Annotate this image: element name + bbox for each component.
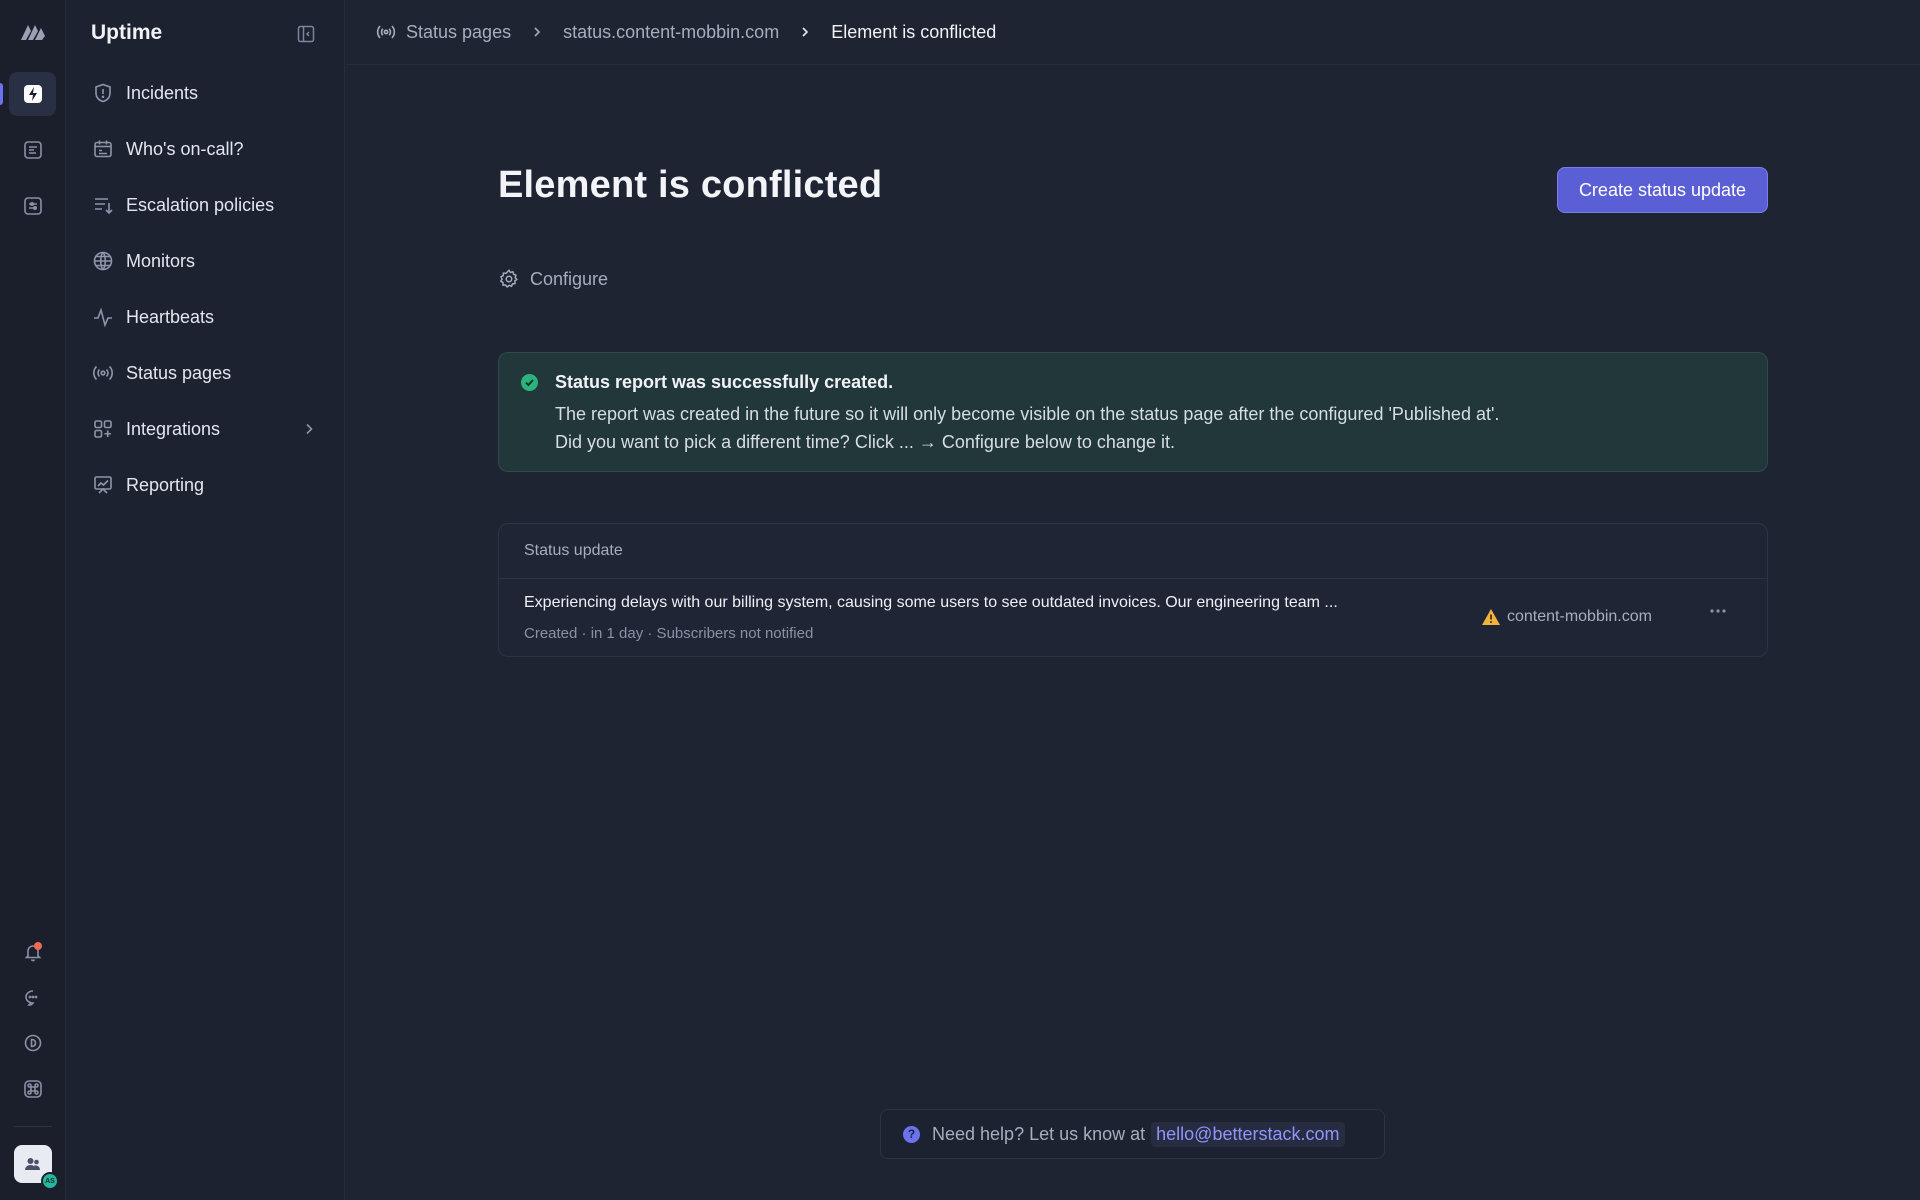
status-page-tag: content-mobbin.com [1481, 608, 1652, 626]
card-header: Status update [499, 524, 1767, 579]
pulse-icon [92, 306, 114, 328]
sidebar-item-label: Monitors [126, 250, 196, 271]
warning-triangle-icon [1481, 608, 1501, 626]
status-page-domain: content-mobbin.com [1507, 608, 1652, 625]
gear-icon [498, 268, 520, 290]
chart-board-icon [92, 474, 114, 496]
sidebar-item-heartbeats[interactable]: Heartbeats [80, 295, 330, 339]
sidebar-item-status-pages[interactable]: Status pages [80, 351, 330, 395]
configure-label: Configure [530, 268, 609, 289]
broadcast-icon [376, 22, 396, 42]
sidebar-item-label: Heartbeats [126, 306, 215, 327]
sidebar-item-label: Status pages [126, 362, 232, 383]
chevron-right-icon [302, 422, 316, 436]
alert-message-line-2: Did you want to pick a different time? C… [555, 432, 1175, 452]
sidebar-item-label: Reporting [126, 474, 205, 495]
sidebar-item-escalation-policies[interactable]: Escalation policies [80, 183, 330, 227]
sidebar-item-integrations[interactable]: Integrations [80, 407, 330, 451]
create-status-update-button[interactable]: Create status update [1557, 167, 1768, 213]
broadcast-icon [92, 362, 114, 384]
escalation-list-icon [92, 194, 114, 216]
notifications-bell-icon[interactable] [9, 930, 56, 974]
sidebar-item-incidents[interactable]: Incidents [80, 71, 330, 115]
status-update-meta: Created · in 1 day · Subscribers not not… [524, 625, 814, 642]
sidebar-item-label: Escalation policies [126, 194, 275, 215]
page-title: Element is conflicted [498, 164, 883, 206]
breadcrumb-current: Element is conflicted [831, 21, 997, 42]
dashboards-icon[interactable] [9, 184, 56, 228]
sidebar-item-label: Incidents [126, 82, 199, 103]
status-update-message: Experiencing delays with our billing sys… [524, 594, 1338, 611]
card-header-label: Status update [524, 542, 623, 559]
user-initials-badge: AS [41, 1172, 59, 1190]
notification-dot [34, 942, 42, 950]
breadcrumb: Status pages status.content-mobbin.com E… [346, 0, 1920, 65]
help-text: Need help? Let us know at [932, 1123, 1146, 1144]
configure-link[interactable]: Configure [498, 268, 608, 290]
logs-icon[interactable] [9, 128, 56, 172]
uptime-bolt-icon[interactable] [9, 72, 56, 116]
help-email-link[interactable]: hello@betterstack.com [1151, 1121, 1345, 1147]
question-circle-icon: ? [903, 1125, 920, 1143]
success-alert: Status report was successfully created. … [498, 352, 1768, 472]
calendar-icon [92, 138, 114, 160]
sidebar-item-on-call[interactable]: Who's on-call? [80, 127, 330, 171]
chat-icon[interactable] [9, 976, 56, 1020]
chevron-right-icon [531, 26, 543, 38]
collapse-sidebar-icon[interactable] [296, 24, 316, 44]
check-circle-icon [521, 374, 538, 391]
alert-message-line-1: The report was created in the future so … [555, 404, 1500, 424]
command-icon[interactable] [9, 1067, 56, 1111]
sidebar-item-monitors[interactable]: Monitors [80, 239, 330, 283]
breadcrumb-status-page-domain[interactable]: status.content-mobbin.com [563, 22, 779, 43]
icon-rail: AS [0, 0, 66, 1200]
better-stack-logo-icon[interactable] [9, 10, 56, 54]
grid-plus-icon [92, 418, 114, 440]
team-avatar[interactable]: AS [14, 1145, 59, 1190]
status-updates-card: Status update Experiencing delays with o… [498, 523, 1768, 657]
sidebar: Uptime Incidents Who's on-call? Escalati… [66, 0, 345, 1200]
billing-coin-icon[interactable] [9, 1021, 56, 1065]
sidebar-item-label: Integrations [126, 418, 221, 439]
app-title: Uptime [91, 21, 163, 44]
breadcrumb-label: Status pages [406, 21, 512, 42]
rail-divider [14, 1126, 52, 1127]
more-options-icon[interactable] [1709, 608, 1727, 614]
help-banner: ? Need help? Let us know at hello@better… [880, 1109, 1385, 1159]
shield-alert-icon [92, 82, 114, 104]
breadcrumb-status-pages[interactable]: Status pages [376, 22, 511, 43]
sidebar-item-label: Who's on-call? [126, 138, 244, 159]
active-indicator [0, 83, 3, 105]
sidebar-item-reporting[interactable]: Reporting [80, 463, 330, 507]
alert-title: Status report was successfully created. [555, 372, 894, 392]
globe-icon [92, 250, 114, 272]
chevron-right-icon [799, 26, 811, 38]
